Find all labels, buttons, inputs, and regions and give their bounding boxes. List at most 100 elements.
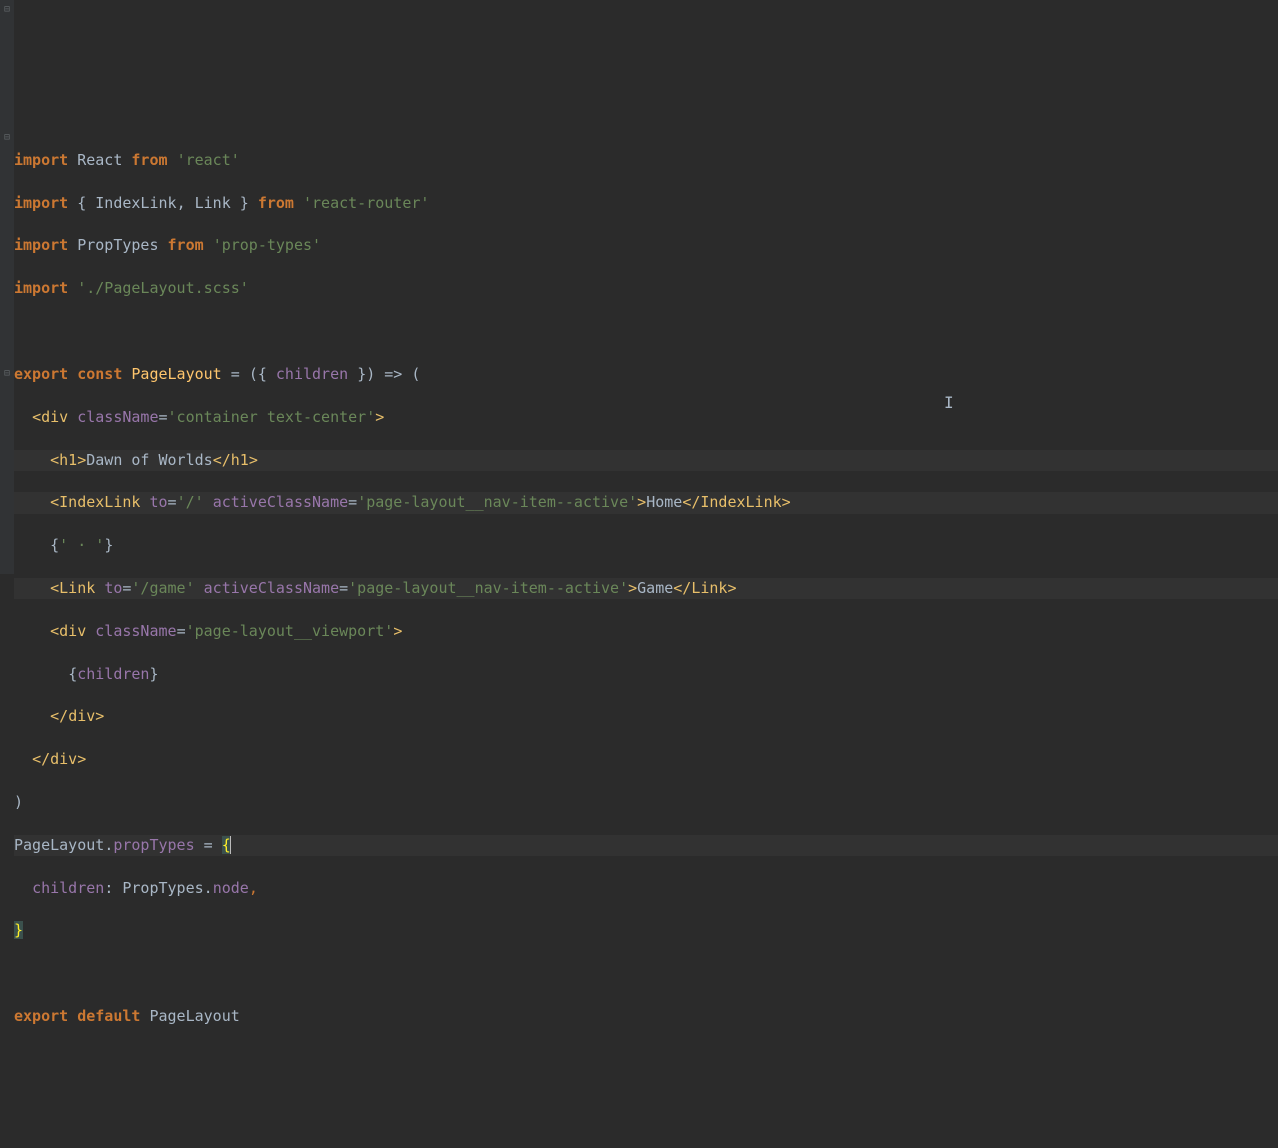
jsx-attr: to	[104, 579, 122, 597]
code-line[interactable]: import './PageLayout.scss'	[14, 278, 1278, 299]
code-line[interactable]	[14, 963, 1278, 984]
operator: =	[177, 622, 186, 640]
jsx-text: Game	[637, 579, 673, 597]
brace: }	[149, 665, 158, 683]
jsx-bracket: </	[213, 451, 231, 469]
jsx-bracket: >	[95, 707, 104, 725]
keyword-import: import	[14, 151, 68, 169]
jsx-tag: div	[59, 622, 86, 640]
comma: ,	[249, 879, 258, 897]
code-line-current[interactable]: PageLayout.propTypes = {	[14, 835, 1278, 856]
string-literal: 'react-router'	[303, 194, 429, 212]
jsx-text: Home	[646, 493, 682, 511]
jsx-bracket: >	[637, 493, 646, 511]
parameter: children	[276, 365, 348, 383]
code-line[interactable]: }	[14, 920, 1278, 941]
dot: .	[104, 836, 113, 854]
keyword-from: from	[258, 194, 294, 212]
jsx-attr: activeClassName	[213, 493, 348, 511]
jsx-attr: to	[149, 493, 167, 511]
brace: {	[258, 365, 267, 383]
brace: {	[77, 194, 86, 212]
code-editor[interactable]: import React from 'react' import { Index…	[0, 128, 1278, 1048]
jsx-bracket: >	[782, 493, 791, 511]
paren: )	[366, 365, 375, 383]
jsx-tag: div	[50, 750, 77, 768]
jsx-tag: h1	[231, 451, 249, 469]
jsx-tag: IndexLink	[59, 493, 140, 511]
code-line[interactable]: children: PropTypes.node,	[14, 878, 1278, 899]
jsx-bracket: </	[50, 707, 68, 725]
jsx-bracket: >	[375, 408, 384, 426]
keyword-export: export	[14, 365, 68, 383]
jsx-tag: h1	[59, 451, 77, 469]
paren: )	[14, 793, 23, 811]
code-line[interactable]: <Link to='/game' activeClassName='page-l…	[14, 578, 1278, 599]
code-line[interactable]: import { IndexLink, Link } from 'react-r…	[14, 193, 1278, 214]
code-line[interactable]: <h1>Dawn of Worlds</h1>	[14, 450, 1278, 471]
jsx-attr: className	[95, 622, 176, 640]
operator: =	[339, 579, 348, 597]
jsx-bracket: <	[50, 451, 59, 469]
jsx-bracket: <	[50, 493, 59, 511]
keyword-import: import	[14, 279, 68, 297]
property: node	[213, 879, 249, 897]
identifier: React	[77, 151, 122, 169]
keyword-default: default	[77, 1007, 140, 1025]
identifier: PageLayout	[14, 836, 104, 854]
fold-marker-icon[interactable]: ⊟	[2, 5, 12, 15]
definition: PageLayout	[131, 365, 221, 383]
jsx-bracket: </	[32, 750, 50, 768]
code-line[interactable]: export const PageLayout = ({ children })…	[14, 364, 1278, 385]
code-line[interactable]: export default PageLayout	[14, 1006, 1278, 1027]
jsx-bracket: >	[628, 579, 637, 597]
code-line[interactable]: </div>	[14, 706, 1278, 727]
identifier: IndexLink	[95, 194, 176, 212]
brace: {	[50, 536, 59, 554]
jsx-bracket: </	[682, 493, 700, 511]
string-literal: 'prop-types'	[213, 236, 321, 254]
code-line[interactable]	[14, 321, 1278, 342]
jsx-bracket: <	[50, 579, 59, 597]
brace: {	[68, 665, 77, 683]
jsx-bracket: >	[249, 451, 258, 469]
brace: }	[357, 365, 366, 383]
operator: =	[122, 579, 131, 597]
keyword-from: from	[168, 236, 204, 254]
code-line[interactable]: <div className='container text-center'>	[14, 407, 1278, 428]
jsx-attr: activeClassName	[204, 579, 339, 597]
paren: (	[249, 365, 258, 383]
jsx-bracket: <	[50, 622, 59, 640]
code-line[interactable]: <IndexLink to='/' activeClassName='page-…	[14, 492, 1278, 513]
operator: =	[348, 493, 357, 511]
identifier: PropTypes	[122, 879, 203, 897]
string-literal: 'react'	[177, 151, 240, 169]
jsx-bracket: >	[727, 579, 736, 597]
code-line[interactable]: <div className='page-layout__viewport'>	[14, 621, 1278, 642]
code-line[interactable]: {' · '}	[14, 535, 1278, 556]
code-line[interactable]: import PropTypes from 'prop-types'	[14, 235, 1278, 256]
jsx-text: Dawn of Worlds	[86, 451, 212, 469]
dot: .	[204, 879, 213, 897]
jsx-bracket: >	[77, 750, 86, 768]
operator: =	[168, 493, 177, 511]
colon: :	[104, 879, 113, 897]
jsx-bracket: >	[77, 451, 86, 469]
jsx-bracket: >	[393, 622, 402, 640]
code-line[interactable]: )	[14, 792, 1278, 813]
operator: =	[204, 836, 213, 854]
keyword-import: import	[14, 236, 68, 254]
arrow: =>	[384, 365, 402, 383]
operator: =	[231, 365, 240, 383]
code-line[interactable]: import React from 'react'	[14, 150, 1278, 171]
identifier: PageLayout	[149, 1007, 239, 1025]
comma: ,	[177, 194, 186, 212]
code-line[interactable]: </div>	[14, 749, 1278, 770]
brace: }	[104, 536, 113, 554]
string-literal: 'page-layout__nav-item--active'	[348, 579, 628, 597]
code-line[interactable]: {children}	[14, 664, 1278, 685]
identifier: PropTypes	[77, 236, 158, 254]
string-literal: './PageLayout.scss'	[77, 279, 249, 297]
paren: (	[411, 365, 420, 383]
jsx-tag: div	[68, 707, 95, 725]
